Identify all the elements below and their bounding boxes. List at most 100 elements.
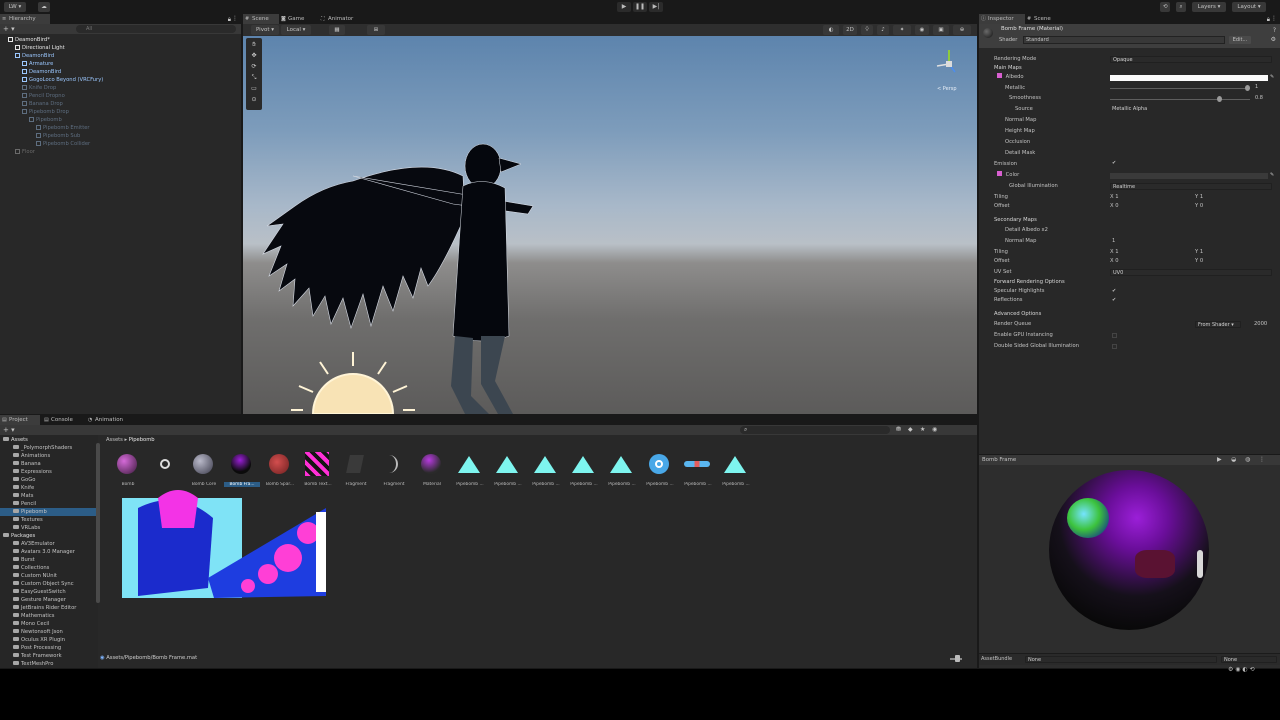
help-icon[interactable]: ? [1273,27,1276,34]
asset-item[interactable]: Bomb Core [186,449,219,489]
tiling-y-field[interactable]: Y 1 [1195,193,1203,202]
emission-picker-icon[interactable]: ✎ [1270,172,1274,178]
hierarchy-item[interactable]: Knife Drop [22,84,56,92]
sec-tiling-y-field[interactable]: Y 1 [1195,248,1203,257]
tab-console[interactable]: ▤ Console [42,415,84,425]
sec-offset-x-field[interactable]: X 0 [1110,257,1119,266]
render-queue-value[interactable]: 2000 [1254,320,1267,329]
transform-tool-icon[interactable]: ⊙ [248,95,260,104]
offset-y-field[interactable]: Y 0 [1195,202,1203,211]
effects-icon[interactable]: ✦ [893,25,911,35]
smoothness-value[interactable]: 0.8 [1255,95,1263,101]
albedo-row[interactable]: Albedo [997,73,1024,82]
folder-tree-item[interactable]: Textures [13,516,43,524]
render-queue-mode-dropdown[interactable]: From Shader ▾ [1195,321,1241,328]
hierarchy-item[interactable]: Pencil Dropno [22,92,65,100]
preview-sphere[interactable] [1049,470,1209,630]
hierarchy-item[interactable]: Pipebomb [29,116,62,124]
account-button[interactable]: LW ▾ [4,2,26,12]
lock-icon[interactable]: 🔒︎ [228,16,231,24]
scale-tool-icon[interactable]: ⤡ [248,73,260,82]
double-sided-gi-checkbox[interactable] [1112,344,1117,349]
shader-edit-button[interactable]: Edit... [1229,36,1251,44]
pivot-toggle[interactable]: Pivot ▾ [251,25,279,35]
create-dropdown[interactable]: + ▾ [3,426,15,434]
folder-tree-item[interactable]: Mats [13,492,33,500]
folder-tree-item[interactable]: AV3Emulator [13,540,55,548]
asset-item[interactable] [148,449,181,489]
assetbundle-dropdown[interactable]: None [1025,656,1217,663]
step-button[interactable]: ▶| [649,2,663,12]
tiling-x-field[interactable]: X 1 [1110,193,1119,202]
metallic-slider-handle[interactable] [1245,85,1250,91]
occlusion-label[interactable]: Occlusion [1005,138,1030,147]
asset-item[interactable]: Bomb Text... [300,449,333,489]
grid-icon[interactable]: ▦ [329,25,345,35]
folder-tree-item[interactable]: Newtonsoft Json [13,628,63,636]
folder-tree-item[interactable]: EasyGuestSwitch [13,588,66,596]
folder-tree-item[interactable]: Mono Cecil [13,620,49,628]
persp-label[interactable]: < Persp [937,86,957,92]
gpu-instancing-checkbox[interactable] [1112,333,1117,338]
tab-hierarchy[interactable]: ≡ Hierarchy [0,14,50,24]
hierarchy-item[interactable]: Pipebomb Emitter [36,124,90,132]
preview-light-icon[interactable]: ◍ [1245,456,1250,463]
folder-tree-item[interactable]: Mathematics [13,612,54,620]
zoom-slider-handle[interactable] [955,655,960,662]
snap-icon[interactable]: ⊞ [367,25,385,35]
specular-highlights-checkbox[interactable]: ✔ [1112,288,1116,294]
hierarchy-item[interactable]: Armature [22,60,53,68]
inspector-more-icon[interactable]: ⋮ [1271,15,1277,22]
folder-tree-item[interactable]: Avatars 3.0 Manager [13,548,75,556]
hierarchy-item[interactable]: Directional Light [15,44,65,52]
tree-scrollbar[interactable] [96,443,100,603]
sec-normal-value[interactable]: 1 [1112,237,1115,246]
sec-offset-y-field[interactable]: Y 0 [1195,257,1203,266]
tab-scene-settings[interactable]: # Scene [1025,14,1065,24]
asset-item[interactable]: Pipebomb ... [452,449,485,489]
rect-tool-icon[interactable]: ▭ [248,84,260,93]
normal-map-label[interactable]: Normal Map [1005,116,1036,125]
reflections-checkbox[interactable]: ✔ [1112,297,1116,303]
camera-icon[interactable]: ▣ [933,25,949,35]
source-dropdown[interactable]: Metallic Alpha [1110,106,1180,113]
asset-item[interactable]: Pipebomb ... [642,449,675,489]
tab-project[interactable]: ▤ Project [0,415,40,425]
detail-albedo-label[interactable]: Detail Albedo x2 [1005,226,1048,235]
favorite-icon[interactable]: ★ [920,426,925,433]
asset-item[interactable]: Bomb Spar... [262,449,295,489]
pause-button[interactable]: ❚❚ [633,2,647,12]
assetbundle-variant-dropdown[interactable]: None [1221,656,1277,663]
folder-tree-item[interactable]: Custom Object Sync [13,580,74,588]
folder-tree-item[interactable]: Knife [13,484,34,492]
folder-tree-item[interactable]: Assets [3,436,28,444]
asset-item[interactable]: Pipebomb ... [528,449,561,489]
asset-item[interactable]: Pipebomb ... [680,449,713,489]
folder-tree-item[interactable]: Pencil [13,500,36,508]
hierarchy-item[interactable]: DeamonBird [15,52,54,60]
asset-item[interactable]: Pipebomb ... [566,449,599,489]
more-icon[interactable]: ⋮ [232,15,238,22]
hierarchy-item[interactable]: Banana Drop [22,100,63,108]
asset-item[interactable]: Bomb [110,449,143,489]
asset-item[interactable]: Pipebomb ... [718,449,751,489]
hierarchy-item[interactable]: DeamonBird* [8,36,50,44]
visibility-icon[interactable]: ◉ [915,25,929,35]
hierarchy-item[interactable]: DeamonBird [22,68,61,76]
layers-dropdown[interactable]: Layers ▾ [1192,2,1226,12]
folder-tree-item[interactable]: JetBrains Rider Editor [13,604,76,612]
rendering-mode-dropdown[interactable]: Opaque [1110,56,1272,63]
folder-tree-item[interactable]: TextMeshPro [13,660,53,668]
folder-tree-item[interactable]: VRLabs [13,524,40,532]
albedo-picker-icon[interactable]: ✎ [1270,74,1274,80]
asset-item[interactable]: Material [414,449,447,489]
asset-item[interactable]: Pipebomb ... [604,449,637,489]
filter-type-icon[interactable]: ⛃ [896,426,901,433]
emission-color-row[interactable]: Color [997,171,1019,180]
project-search-input[interactable] [740,426,890,434]
sec-tiling-x-field[interactable]: X 1 [1110,248,1119,257]
folder-tree-item[interactable]: Animations [13,452,50,460]
emission-checkbox[interactable]: ✔ [1112,160,1116,166]
cloud-icon[interactable]: ☁ [38,2,50,12]
light-icon[interactable]: 💡︎ [861,25,873,35]
